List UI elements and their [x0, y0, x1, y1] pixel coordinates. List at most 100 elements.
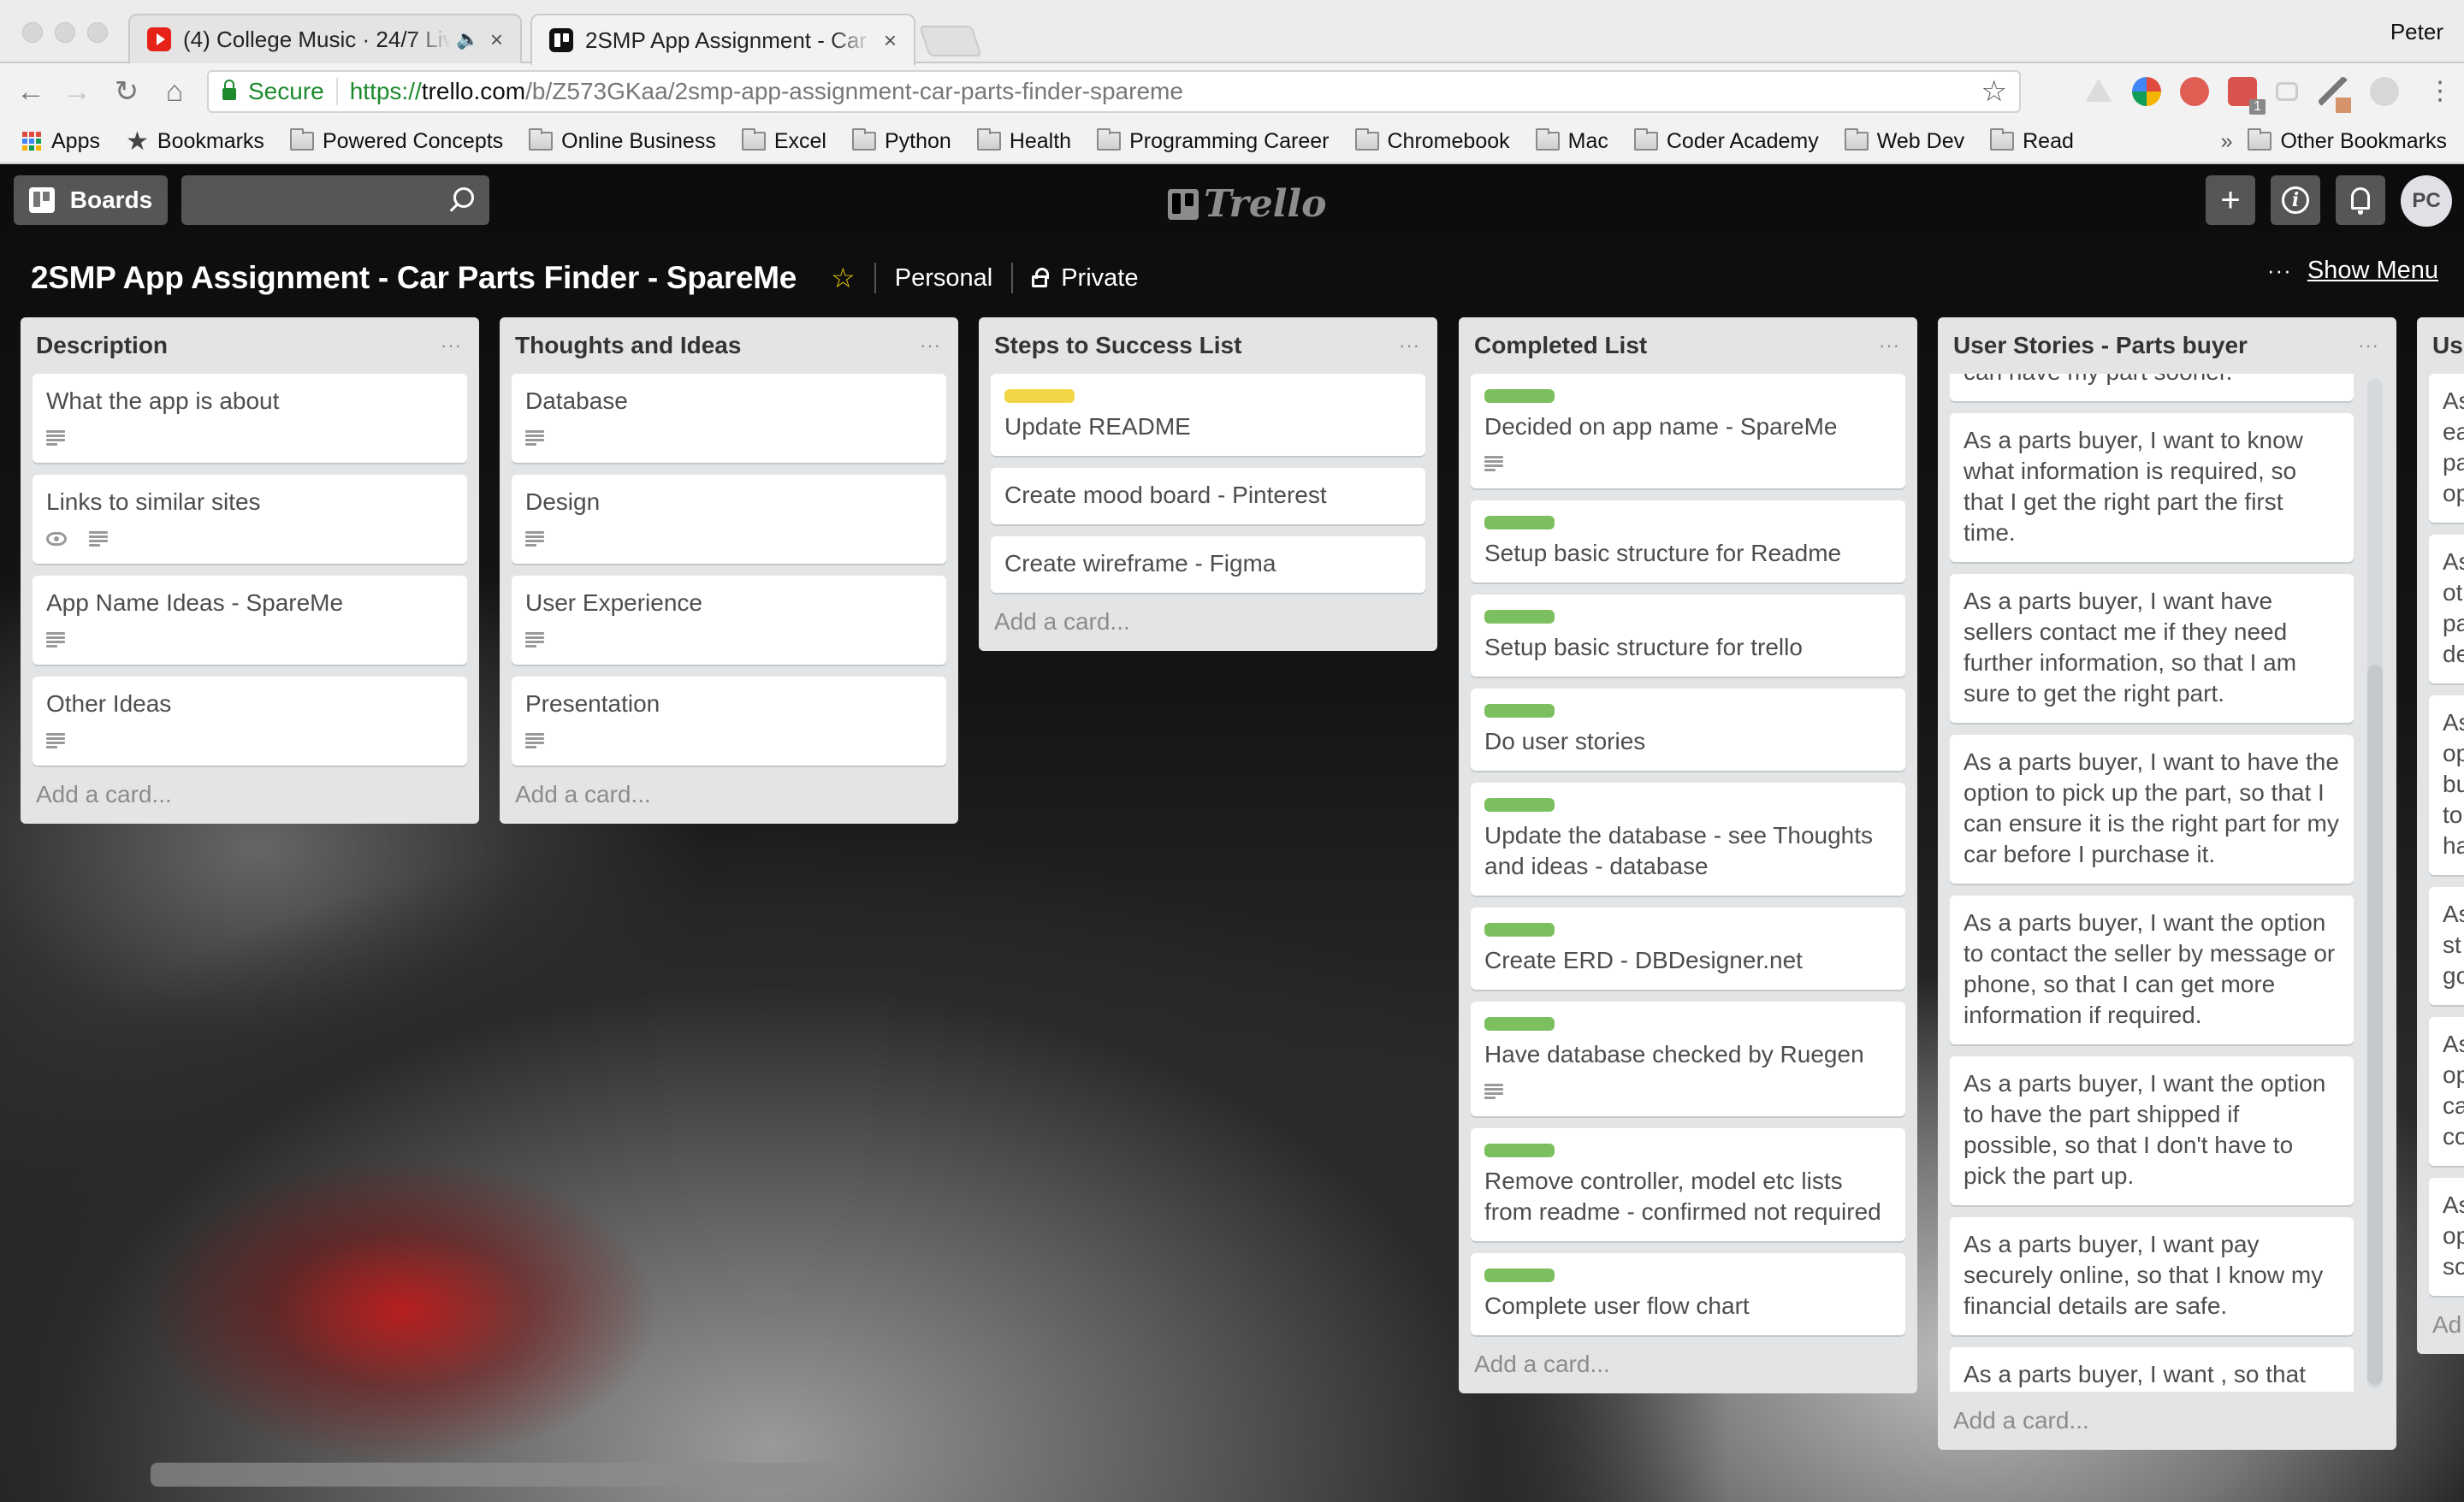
card[interactable]: Setup basic structure for Readme: [1471, 500, 1905, 582]
list-menu-icon[interactable]: ···: [1399, 334, 1420, 357]
add-card-button[interactable]: Ad: [2429, 1296, 2464, 1354]
card[interactable]: As a parts buyer, I want the option to h…: [1950, 1056, 2354, 1205]
new-tab-button[interactable]: [919, 26, 982, 56]
card[interactable]: As op ca co: [2429, 1017, 2464, 1166]
card[interactable]: Update the database - see Thoughts and i…: [1471, 783, 1905, 896]
list-menu-icon[interactable]: ···: [2358, 334, 2379, 357]
card-label-green[interactable]: [1484, 1144, 1555, 1157]
card[interactable]: As ot pa de: [2429, 535, 2464, 683]
card[interactable]: As ea pa op: [2429, 374, 2464, 523]
search-input[interactable]: [181, 175, 489, 225]
card-label-green[interactable]: [1484, 610, 1555, 624]
card[interactable]: What the app is about: [33, 374, 467, 463]
card[interactable]: Have database checked by Ruegen: [1471, 1002, 1905, 1116]
add-card-button[interactable]: Add a card...: [33, 766, 467, 824]
card[interactable]: Other Ideas: [33, 677, 467, 766]
audio-playing-icon[interactable]: 🔈: [456, 28, 479, 50]
add-card-button[interactable]: Add a card...: [991, 593, 1425, 651]
card[interactable]: Decided on app name - SpareMe: [1471, 374, 1905, 488]
bookmark-other-bookmarks[interactable]: Other Bookmarks: [2248, 128, 2447, 154]
window-close-button[interactable]: [22, 22, 43, 43]
list-cards-scroll-area[interactable]: As a parts buyer, I want to find the fas…: [1950, 374, 2384, 1392]
card-label-yellow[interactable]: [1004, 389, 1075, 403]
card-label-green[interactable]: [1484, 704, 1555, 718]
card[interactable]: Presentation: [512, 677, 946, 766]
board-title[interactable]: 2SMP App Assignment - Car Parts Finder -…: [31, 260, 797, 296]
list-title[interactable]: Steps to Success List: [994, 332, 1241, 359]
window-minimize-button[interactable]: [55, 22, 75, 43]
password-lock-icon[interactable]: [2132, 77, 2161, 106]
card[interactable]: Design: [512, 475, 946, 564]
star-board-icon[interactable]: ☆: [831, 262, 856, 294]
bookmark-folder[interactable]: Mac: [1535, 128, 1608, 154]
back-button[interactable]: ←: [14, 75, 48, 108]
window-zoom-button[interactable]: [87, 22, 108, 43]
palette-icon[interactable]: [2370, 77, 2399, 106]
board-horizontal-scrollbar[interactable]: [151, 1463, 844, 1487]
reload-button[interactable]: ↻: [110, 75, 144, 108]
bookmark-folder[interactable]: Health: [976, 128, 1071, 154]
bookmark-star-icon[interactable]: ☆: [1981, 74, 2007, 109]
chrome-menu-icon[interactable]: ⋮: [2423, 75, 2457, 108]
bookmarks-overflow-chevron[interactable]: »: [2221, 129, 2233, 154]
card-label-green[interactable]: [1484, 798, 1555, 812]
profile-name[interactable]: Peter: [2390, 19, 2443, 45]
list-menu-icon[interactable]: ···: [441, 334, 462, 357]
card[interactable]: Setup basic structure for trello: [1471, 594, 1905, 677]
list-title[interactable]: User Stories - Parts buyer: [1953, 332, 2248, 359]
visibility-button[interactable]: Private: [1032, 264, 1138, 293]
list-title[interactable]: Us: [2432, 332, 2463, 359]
trello-logo[interactable]: Trello: [1168, 182, 1327, 226]
card[interactable]: Do user stories: [1471, 689, 1905, 771]
add-card-button[interactable]: Add a card...: [512, 766, 946, 824]
lastpass-icon[interactable]: 1: [2228, 77, 2266, 115]
card[interactable]: As a parts buyer, I want have sellers co…: [1950, 574, 2354, 723]
boards-button[interactable]: Boards: [14, 175, 168, 225]
bookmark-folder[interactable]: Read: [1990, 128, 2074, 154]
bookmark-folder[interactable]: Programming Career: [1097, 128, 1330, 154]
list-title[interactable]: Completed List: [1474, 332, 1647, 359]
eyedropper-icon[interactable]: [2319, 77, 2351, 113]
tab-trello-board[interactable]: 2SMP App Assignment - Car Parts ×: [530, 14, 915, 65]
team-button[interactable]: Personal: [895, 264, 992, 293]
bookmark-apps[interactable]: Apps: [22, 129, 100, 154]
card-label-green[interactable]: [1484, 516, 1555, 529]
list-title[interactable]: Description: [36, 332, 168, 359]
show-menu-button[interactable]: ··· Show Menu: [2267, 257, 2438, 285]
bookmark-folder[interactable]: Chromebook: [1354, 128, 1510, 154]
list-scrollbar-thumb[interactable]: [2367, 665, 2383, 1385]
bookmark-folder[interactable]: Python: [851, 128, 951, 154]
add-card-button[interactable]: Add a card...: [1471, 1335, 1905, 1393]
tab-close-icon[interactable]: ×: [884, 27, 897, 54]
card[interactable]: As a parts buyer, I want to find the fas…: [1950, 374, 2354, 401]
list-title[interactable]: Thoughts and Ideas: [515, 332, 741, 359]
bookmark-folder[interactable]: Online Business: [529, 128, 716, 154]
bookmark-folder[interactable]: Web Dev: [1844, 128, 1964, 154]
list-menu-icon[interactable]: ···: [1879, 334, 1900, 357]
cast-icon[interactable]: [2276, 82, 2298, 101]
card[interactable]: As op bu to ha: [2429, 695, 2464, 875]
card[interactable]: Links to similar sites: [33, 475, 467, 564]
bookmark-bookmarks[interactable]: ★ Bookmarks: [126, 127, 264, 157]
card[interactable]: Create wireframe - Figma: [991, 536, 1425, 593]
card[interactable]: As a parts buyer, I want , so that: [1950, 1347, 2354, 1392]
card[interactable]: App Name Ideas - SpareMe: [33, 576, 467, 665]
card-label-green[interactable]: [1484, 1017, 1555, 1031]
card[interactable]: As op so: [2429, 1178, 2464, 1296]
adblock-icon[interactable]: [2180, 77, 2209, 106]
card[interactable]: Database: [512, 374, 946, 463]
card[interactable]: Complete user flow chart: [1471, 1253, 1905, 1335]
tab-close-icon[interactable]: ×: [490, 27, 503, 53]
add-card-button[interactable]: Add a card...: [1950, 1392, 2384, 1450]
list-menu-icon[interactable]: ···: [920, 334, 941, 357]
card[interactable]: Create ERD - DBDesigner.net: [1471, 908, 1905, 990]
card[interactable]: As a parts buyer, I want pay securely on…: [1950, 1217, 2354, 1335]
card[interactable]: As a parts buyer, I want the option to c…: [1950, 896, 2354, 1044]
home-button[interactable]: ⌂: [157, 75, 192, 108]
card-label-green[interactable]: [1484, 389, 1555, 403]
card-label-green[interactable]: [1484, 1268, 1555, 1282]
address-bar[interactable]: Secure https:// trello.com /b/Z573GKaa/2…: [207, 70, 2021, 113]
card[interactable]: User Experience: [512, 576, 946, 665]
bookmark-folder[interactable]: Excel: [741, 128, 826, 154]
tab-college-music[interactable]: (4) College Music · 24/7 Live 🔈 ×: [128, 14, 522, 63]
